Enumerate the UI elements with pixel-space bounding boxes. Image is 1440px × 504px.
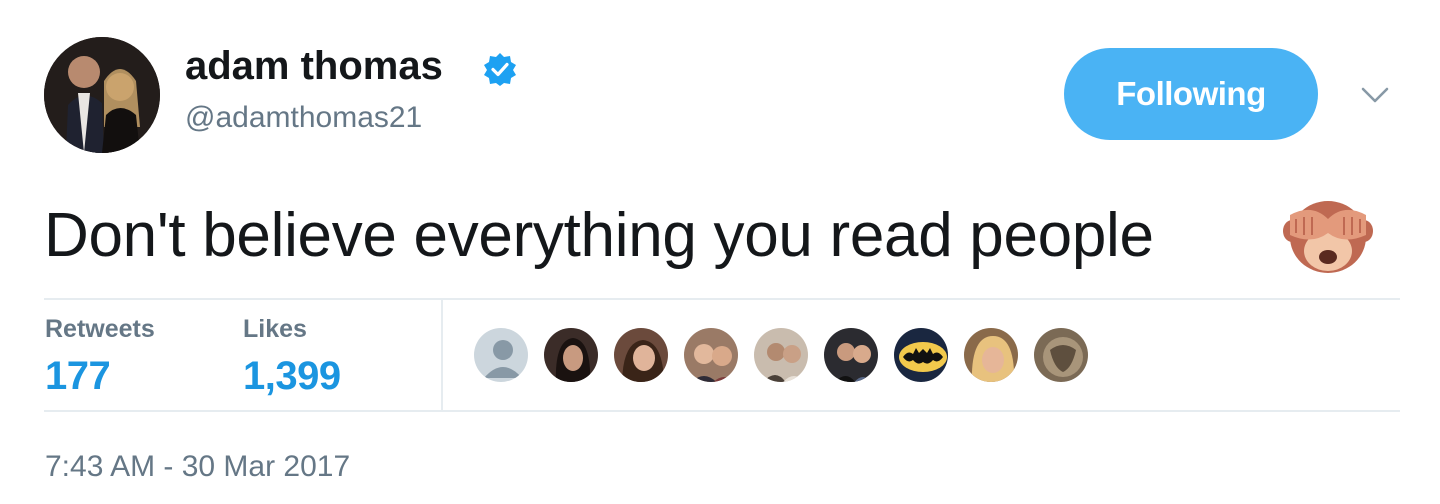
tweet-card: adam thomas @adamthomas21 Following Don'…: [0, 0, 1440, 504]
user-handle[interactable]: @adamthomas21: [185, 101, 422, 135]
verified-badge-icon: [484, 53, 516, 86]
tweet-text: Don't believe everything you read people: [44, 201, 1154, 270]
retweets-count: 177: [45, 354, 111, 398]
likes-count: 1,399: [243, 354, 341, 398]
liker-avatar-4[interactable]: [682, 326, 740, 384]
user-avatar[interactable]: [44, 37, 160, 153]
retweets-label: Retweets: [45, 315, 155, 343]
display-name[interactable]: adam thomas: [185, 44, 443, 89]
stats-vertical-divider: [441, 300, 443, 410]
liker-avatar-7[interactable]: [892, 326, 950, 384]
following-button[interactable]: Following: [1064, 48, 1318, 140]
liker-avatar-6[interactable]: [822, 326, 880, 384]
likes-stat[interactable]: Likes 1,399: [243, 315, 341, 399]
stats-divider-bottom: [44, 410, 1400, 412]
see-no-evil-monkey-icon: [1283, 201, 1373, 273]
retweets-stat[interactable]: Retweets 177: [45, 315, 155, 399]
likes-label: Likes: [243, 315, 307, 343]
liker-avatar-2[interactable]: [542, 326, 600, 384]
chevron-down-icon[interactable]: [1360, 84, 1390, 106]
stats-divider-top: [44, 298, 1400, 300]
tweet-timestamp[interactable]: 7:43 AM - 30 Mar 2017: [45, 450, 350, 484]
liker-avatar-1[interactable]: [472, 326, 530, 384]
liker-avatar-8[interactable]: [962, 326, 1020, 384]
liker-avatars: [472, 326, 1102, 384]
liker-avatar-5[interactable]: [752, 326, 810, 384]
liker-avatar-9[interactable]: [1032, 326, 1090, 384]
liker-avatar-3[interactable]: [612, 326, 670, 384]
